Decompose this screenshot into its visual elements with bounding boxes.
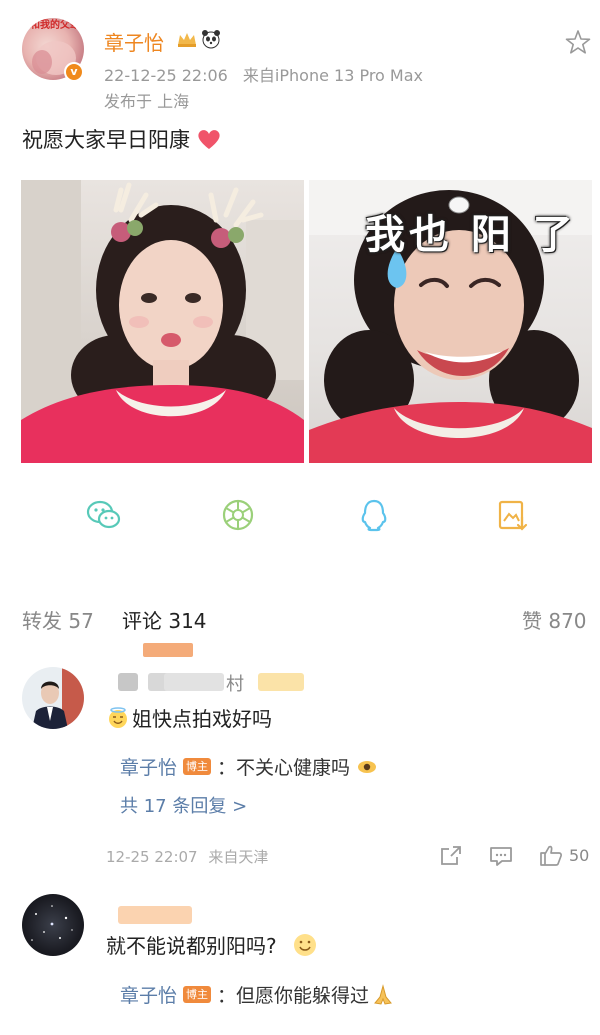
comment-time: 12-25 22:07 — [106, 848, 198, 866]
more-replies-link[interactable]: 共 17 条回复 > — [120, 792, 247, 818]
author-name[interactable]: 章子怡 — [104, 27, 164, 56]
host-tag: 博主 — [183, 758, 212, 775]
moments-icon[interactable] — [218, 495, 258, 535]
comment-meta: 12-25 22:07 来自天津 — [106, 846, 268, 867]
verified-badge: v — [64, 62, 84, 82]
reply-text: ：但愿你能躲得过 — [217, 985, 370, 1007]
favorite-star-icon[interactable] — [564, 28, 592, 56]
post-image-1[interactable] — [21, 180, 304, 463]
pray-emoji-icon — [374, 983, 392, 1005]
repost-label: 转发 — [22, 609, 62, 633]
blurred-username — [118, 906, 192, 924]
panda-icon — [202, 30, 220, 49]
reply-text: ：不关心健康吗 — [217, 757, 351, 779]
author-reply[interactable]: 章子怡 博主 ：但愿你能躲得过 — [120, 981, 395, 1008]
crown-icon — [178, 33, 196, 47]
comment-body: 就不能说都别阳吗? — [106, 934, 277, 958]
stats-tabs: 转发 57 评论 314 赞 870 — [0, 605, 600, 637]
smile-emoji-icon — [293, 933, 316, 956]
tab-indicator — [143, 643, 193, 657]
commenter-name-tail: 村 — [226, 674, 244, 695]
eye-emoji-icon — [358, 760, 377, 773]
post-header: 我和我的父辈 v 章子怡 22-12-25 22:06 来自iPhone 13 … — [0, 0, 600, 120]
qq-icon[interactable] — [354, 495, 394, 535]
tab-repost[interactable]: 转发 57 — [22, 605, 94, 634]
repost-count: 57 — [68, 609, 94, 633]
image-caption: 我也 阳 了 — [365, 212, 577, 258]
comment-count: 314 — [168, 609, 207, 633]
like-label: 赞 — [522, 609, 542, 633]
heart-icon — [198, 130, 220, 149]
reply-author-name[interactable]: 章子怡 — [120, 981, 177, 1008]
post-location: 发布于 上海 — [104, 92, 190, 111]
post-time: 22-12-25 22:06 — [104, 66, 228, 85]
tab-comments[interactable]: 评论 314 — [122, 605, 207, 634]
post-meta: 22-12-25 22:06 来自iPhone 13 Pro Max — [104, 62, 433, 86]
reply-author-name[interactable]: 章子怡 — [120, 753, 177, 780]
post-image-2[interactable]: 我也 阳 了 — [309, 180, 592, 463]
share-bar — [0, 495, 600, 545]
comment-text: 就不能说都别阳吗? — [106, 930, 319, 959]
blurred-username — [164, 673, 224, 691]
wechat-icon[interactable] — [84, 495, 124, 535]
comment-from: 来自天津 — [208, 848, 269, 866]
host-tag: 博主 — [183, 986, 212, 1003]
commenter-avatar[interactable] — [22, 894, 84, 956]
comment-label: 评论 — [122, 609, 162, 633]
reply-comment-icon[interactable] — [488, 844, 514, 868]
comment-like-count: 50 — [569, 846, 590, 865]
author-reply[interactable]: 章子怡 博主 ：不关心健康吗 — [120, 753, 378, 780]
post-text: 祝愿大家早日阳康 — [22, 124, 222, 154]
comment-body: 姐快点拍戏好吗 — [132, 707, 272, 731]
post-text-content: 祝愿大家早日阳康 — [22, 128, 190, 152]
angel-emoji-icon — [109, 706, 127, 728]
like-comment-icon[interactable] — [538, 843, 564, 867]
tab-likes[interactable]: 赞 870 — [522, 605, 587, 634]
comment-text: 姐快点拍戏好吗 — [106, 703, 272, 732]
post-device: 来自iPhone 13 Pro Max — [242, 66, 424, 85]
like-count: 870 — [548, 609, 587, 633]
blurred-username — [118, 673, 138, 691]
repost-comment-icon[interactable] — [438, 844, 464, 868]
member-badge — [258, 673, 304, 691]
save-image-icon[interactable] — [492, 495, 532, 535]
commenter-avatar[interactable] — [22, 667, 84, 729]
